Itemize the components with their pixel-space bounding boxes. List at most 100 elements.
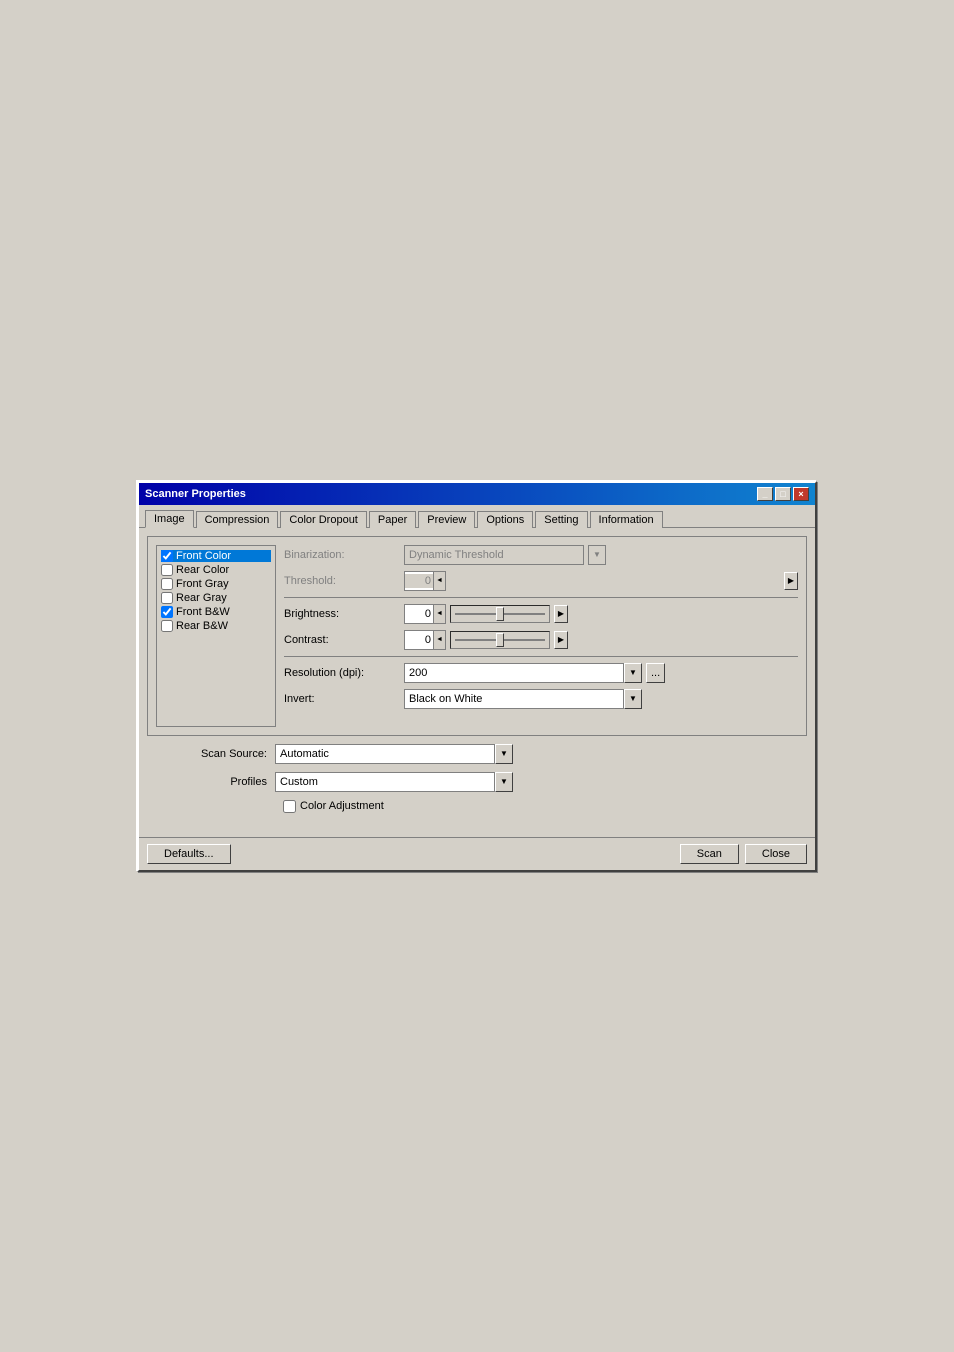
threshold-row: Threshold: ◄ ▶ [284, 571, 798, 591]
invert-value: Black on White [404, 689, 624, 709]
checkbox-front-color[interactable] [161, 550, 173, 562]
resolution-row: Resolution (dpi): 200 ▼ ... [284, 663, 798, 683]
image-list-item-front-color[interactable]: Front Color [161, 550, 271, 562]
profiles-row: Profiles Custom ▼ [155, 772, 799, 792]
scan-source-dropdown-btn[interactable]: ▼ [495, 744, 513, 764]
window-title: Scanner Properties [145, 488, 246, 500]
checkbox-front-bw[interactable] [161, 606, 173, 618]
contrast-input[interactable] [405, 633, 433, 647]
brightness-thumb[interactable] [496, 607, 504, 621]
right-settings-panel: Binarization: Dynamic Threshold ▼ Thresh… [284, 545, 798, 727]
scan-source-row: Scan Source: Automatic ▼ [155, 744, 799, 764]
scan-source-select: Automatic ▼ [275, 744, 513, 764]
profiles-select: Custom ▼ [275, 772, 513, 792]
checkbox-rear-color[interactable] [161, 564, 173, 576]
image-settings-area: Front Color Rear Color Front Gray Rear G… [147, 536, 807, 736]
invert-select: Black on White ▼ [404, 689, 642, 709]
title-bar-buttons: _ □ × [757, 487, 809, 501]
contrast-row: Contrast: ◄ ▶ [284, 630, 798, 650]
tab-information[interactable]: Information [590, 511, 663, 528]
resolution-dropdown-btn[interactable]: ▼ [624, 663, 642, 683]
main-content: Front Color Rear Color Front Gray Rear G… [139, 528, 815, 837]
contrast-label: Contrast: [284, 634, 404, 646]
resolution-label: Resolution (dpi): [284, 667, 404, 679]
defaults-button[interactable]: Defaults... [147, 844, 231, 864]
invert-row: Invert: Black on White ▼ [284, 689, 798, 709]
threshold-arrow-btn[interactable]: ▶ [784, 572, 798, 590]
image-list-item-front-gray[interactable]: Front Gray [161, 578, 271, 590]
binarization-control: Dynamic Threshold ▼ [404, 545, 798, 565]
scanner-properties-window: Scanner Properties _ □ × Image Compressi… [137, 481, 817, 872]
label-rear-color: Rear Color [176, 564, 229, 576]
invert-dropdown-btn[interactable]: ▼ [624, 689, 642, 709]
contrast-thumb[interactable] [496, 633, 504, 647]
image-list-item-rear-gray[interactable]: Rear Gray [161, 592, 271, 604]
profiles-label: Profiles [155, 776, 275, 788]
image-list-item-front-bw[interactable]: Front B&W [161, 606, 271, 618]
separator-2 [284, 656, 798, 657]
close-button[interactable]: × [793, 487, 809, 501]
lower-area: Scan Source: Automatic ▼ Profiles Custom… [147, 736, 807, 829]
profiles-dropdown-btn[interactable]: ▼ [495, 772, 513, 792]
tab-preview[interactable]: Preview [418, 511, 475, 528]
label-front-bw: Front B&W [176, 606, 230, 618]
invert-label: Invert: [284, 693, 404, 705]
binarization-label: Binarization: [284, 549, 404, 561]
scan-source-value: Automatic [275, 744, 495, 764]
contrast-spin-btn[interactable]: ◄ [433, 631, 445, 649]
scan-source-label: Scan Source: [155, 748, 275, 760]
resolution-dots-btn[interactable]: ... [646, 663, 665, 683]
minimize-button[interactable]: _ [757, 487, 773, 501]
maximize-button[interactable]: □ [775, 487, 791, 501]
brightness-spin-btn[interactable]: ◄ [433, 605, 445, 623]
resolution-control: 200 ▼ ... [404, 663, 798, 683]
tab-color-dropout[interactable]: Color Dropout [280, 511, 366, 528]
contrast-trackbar[interactable] [450, 631, 550, 649]
checkbox-rear-gray[interactable] [161, 592, 173, 604]
resolution-select: 200 ▼ [404, 663, 642, 683]
binarization-row: Binarization: Dynamic Threshold ▼ [284, 545, 798, 565]
tab-image[interactable]: Image [145, 510, 194, 528]
contrast-control: ◄ ▶ [404, 630, 798, 650]
brightness-arrow-btn[interactable]: ▶ [554, 605, 568, 623]
tab-setting[interactable]: Setting [535, 511, 587, 528]
right-buttons: Scan Close [680, 844, 807, 864]
label-rear-gray: Rear Gray [176, 592, 227, 604]
title-bar: Scanner Properties _ □ × [139, 483, 815, 505]
resolution-value: 200 [404, 663, 624, 683]
color-adjustment-checkbox[interactable] [283, 800, 296, 813]
binarization-value: Dynamic Threshold [404, 545, 584, 565]
color-adjustment-row: Color Adjustment [155, 800, 799, 813]
checkbox-rear-bw[interactable] [161, 620, 173, 632]
brightness-row: Brightness: ◄ ▶ [284, 604, 798, 624]
image-list: Front Color Rear Color Front Gray Rear G… [156, 545, 276, 727]
color-adjustment-label: Color Adjustment [300, 800, 384, 812]
tabs-bar: Image Compression Color Dropout Paper Pr… [139, 505, 815, 528]
threshold-control: ◄ ▶ [404, 571, 798, 591]
bottom-bar: Defaults... Scan Close [139, 837, 815, 870]
checkbox-front-gray[interactable] [161, 578, 173, 590]
image-list-item-rear-bw[interactable]: Rear B&W [161, 620, 271, 632]
brightness-label: Brightness: [284, 608, 404, 620]
threshold-label: Threshold: [284, 575, 404, 587]
tab-paper[interactable]: Paper [369, 511, 416, 528]
binarization-dropdown-btn: ▼ [588, 545, 606, 565]
brightness-control: ◄ ▶ [404, 604, 798, 624]
threshold-spin-btn[interactable]: ◄ [433, 572, 445, 590]
brightness-spinner: ◄ [404, 604, 446, 624]
invert-control: Black on White ▼ [404, 689, 798, 709]
close-dialog-button[interactable]: Close [745, 844, 807, 864]
brightness-trackbar[interactable] [450, 605, 550, 623]
image-list-item-rear-color[interactable]: Rear Color [161, 564, 271, 576]
tab-compression[interactable]: Compression [196, 511, 279, 528]
contrast-arrow-btn[interactable]: ▶ [554, 631, 568, 649]
separator-1 [284, 597, 798, 598]
profiles-value: Custom [275, 772, 495, 792]
threshold-input[interactable] [405, 574, 433, 588]
threshold-spinner: ◄ [404, 571, 446, 591]
brightness-input[interactable] [405, 607, 433, 621]
tab-options[interactable]: Options [477, 511, 533, 528]
label-front-color: Front Color [176, 550, 231, 562]
contrast-spinner: ◄ [404, 630, 446, 650]
scan-button[interactable]: Scan [680, 844, 739, 864]
